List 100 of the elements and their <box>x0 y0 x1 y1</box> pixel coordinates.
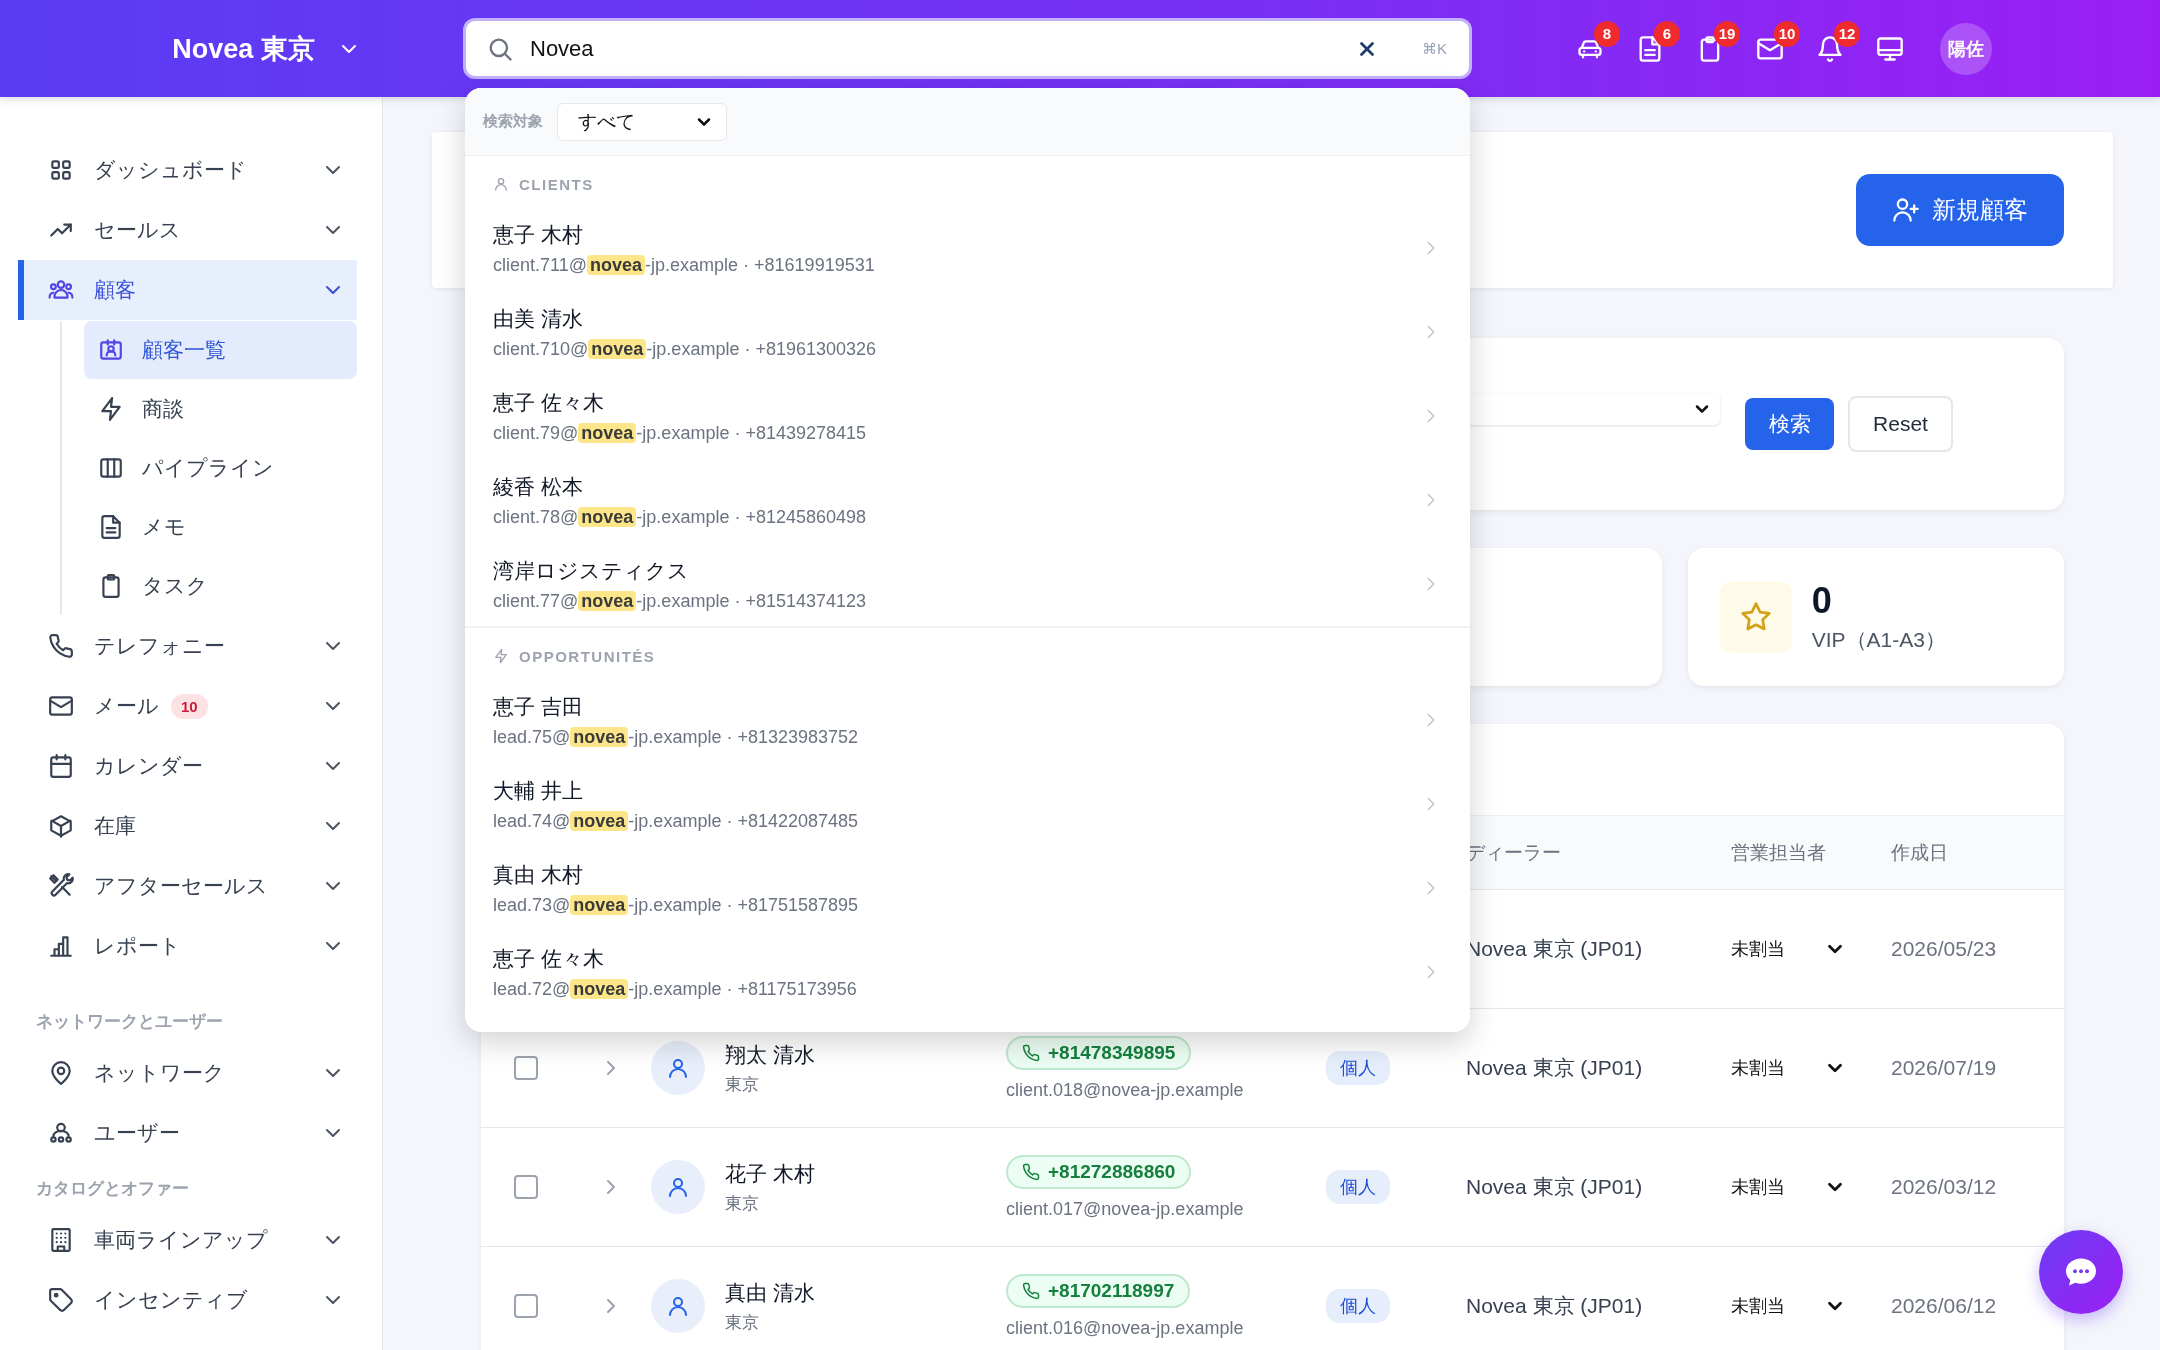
result-details: client.77@ novea -jp.example · +81514374123 <box>493 590 868 612</box>
group-title: OPPORTUNITÉS <box>519 647 656 665</box>
result-details: client.78@ novea -jp.example · +81245860498 <box>493 506 868 528</box>
columns-icon <box>98 455 124 481</box>
map-pin-icon <box>48 1060 74 1086</box>
scope-select[interactable]: すべて <box>557 102 727 141</box>
date-cell-text: 2026/06/12 <box>1891 1294 1998 1318</box>
assignee-select[interactable]: 未割当 <box>1731 1056 1846 1080</box>
date-cell-text: 2026/03/12 <box>1891 1175 1998 1199</box>
user-icon <box>666 1056 690 1080</box>
search-input[interactable]: Novea <box>528 34 1342 63</box>
row-checkbox[interactable] <box>514 1175 538 1199</box>
mail-icon <box>48 693 74 719</box>
client-name: 花子 木村 <box>725 1160 815 1187</box>
tools-icon <box>48 873 74 899</box>
sidebar-item[interactable]: テレフォニー <box>18 616 357 676</box>
sidebar-item[interactable]: 在庫 <box>18 796 357 856</box>
notification-badge: 6 <box>1654 20 1680 47</box>
sidebar-item[interactable]: メール 10 <box>18 676 357 736</box>
assignee-select[interactable]: 未割当 <box>1731 1175 1846 1199</box>
search-result[interactable]: 恵子 佐々木 lead.72@ novea -jp.example · +81175173956 <box>465 930 1470 1014</box>
notification-badge: 12 <box>1834 20 1860 47</box>
search-result[interactable]: 綾香 松本 client.78@ novea -jp.example · +81245860498 <box>465 458 1470 542</box>
search-bar[interactable]: Novea ⌘K <box>463 18 1472 79</box>
bar-chart-icon <box>48 933 74 959</box>
phone-link[interactable]: +81702118997 <box>1006 1273 1191 1308</box>
search-result[interactable]: 恵子 吉田 lead.75@ novea -jp.example · +81323983752 <box>465 678 1470 762</box>
sidebar-item[interactable]: インセンティブ <box>18 1270 357 1330</box>
result-name: 真由 木村 <box>493 861 584 888</box>
phone-link[interactable]: +81478349895 <box>1006 1035 1192 1070</box>
stat-value: 0 <box>1811 580 1833 622</box>
row-checkbox[interactable] <box>514 1056 538 1080</box>
result-name: 綾香 松本 <box>493 473 584 500</box>
result-name: 恵子 吉田 <box>493 693 584 720</box>
sidebar-item[interactable]: ユーザー <box>18 1103 357 1163</box>
lightning-icon <box>98 396 124 422</box>
notification-badge: 10 <box>1774 20 1800 47</box>
sidebar-item[interactable]: ダッシュボード <box>18 140 357 200</box>
date-cell-text: 2026/05/23 <box>1891 937 1998 961</box>
phone-link[interactable]: +81272886860 <box>1006 1154 1192 1189</box>
client-email: client.017@novea-jp.example <box>1006 1198 1244 1220</box>
result-details: lead.72@ novea -jp.example · +81175173956 <box>493 978 858 1000</box>
star-icon <box>1739 601 1772 633</box>
sidebar-item[interactable]: アフターセールス <box>18 856 357 916</box>
assignee-select[interactable]: 未割当 <box>1731 937 1846 961</box>
result-details: client.710@ novea -jp.example · +81961300326 <box>493 338 878 360</box>
sidebar-section-title: ネットワークとユーザー <box>35 1011 224 1033</box>
scope-label: 検索対象 <box>483 112 543 131</box>
cube-icon <box>48 813 74 839</box>
brand-name: Novea 東京 <box>172 32 315 66</box>
assignee-select[interactable]: 未割当 <box>1731 1294 1846 1318</box>
date-cell-text: 2026/07/19 <box>1891 1056 1998 1080</box>
row-checkbox[interactable] <box>514 1294 538 1318</box>
dealer-cell-text: Novea 東京 (JP01) <box>1465 1293 1644 1319</box>
sidebar-subitem[interactable]: メモ <box>84 498 357 556</box>
client-email: client.016@novea-jp.example <box>1006 1317 1244 1339</box>
result-name: 恵子 佐々木 <box>493 389 605 416</box>
sidebar-item[interactable]: ネットワーク <box>18 1043 357 1103</box>
search-result[interactable]: 真由 木村 lead.73@ novea -jp.example · +81751587895 <box>465 846 1470 930</box>
result-details: client.79@ novea -jp.example · +81439278415 <box>493 422 868 444</box>
search-result[interactable]: 湾岸ロジスティクス client.77@ novea -jp.example · +81514374123 <box>465 542 1470 626</box>
sidebar-subitem[interactable]: タスク <box>84 557 357 615</box>
sidebar-item[interactable]: セールス <box>18 200 357 260</box>
user-icon <box>666 1175 690 1199</box>
notification-badge: 19 <box>1714 20 1740 47</box>
sidebar-subitem[interactable]: 商談 <box>84 380 357 438</box>
chat-button[interactable] <box>2039 1230 2123 1314</box>
dealer-cell-text: Novea 東京 (JP01) <box>1465 1174 1644 1200</box>
search-result[interactable]: 恵子 木村 client.711@ novea -jp.example · +81619919531 <box>465 206 1470 290</box>
count-badge: 10 <box>171 693 208 719</box>
client-city: 東京 <box>725 1192 760 1215</box>
sidebar-item[interactable]: 車両ラインアップ <box>18 1210 357 1270</box>
result-details: lead.73@ novea -jp.example · +81751587895 <box>493 894 860 916</box>
sidebar-item[interactable]: 顧客 <box>18 260 357 320</box>
document-icon <box>98 514 124 540</box>
calendar-icon <box>48 753 74 779</box>
sidebar-subitem[interactable]: 顧客一覧 <box>84 321 357 379</box>
sidebar-subitem[interactable]: パイプライン <box>84 439 357 497</box>
client-city: 東京 <box>725 1073 760 1096</box>
group-title: CLIENTS <box>519 175 594 193</box>
user-avatar[interactable]: 陽佐 <box>1940 22 1992 75</box>
result-details: client.711@ novea -jp.example · +81619919531 <box>493 254 876 276</box>
search-result[interactable]: 大輔 井上 lead.74@ novea -jp.example · +81422087485 <box>465 762 1470 846</box>
user-icon <box>666 1294 690 1318</box>
search-result[interactable]: 恵子 佐々木 client.79@ novea -jp.example · +81439278415 <box>465 374 1470 458</box>
search-button[interactable]: 検索 <box>1745 398 1834 450</box>
phone-icon <box>1022 1281 1040 1300</box>
reset-button[interactable]: Reset <box>1848 396 1953 452</box>
phone-icon <box>1022 1043 1040 1062</box>
sidebar-item[interactable]: レポート <box>18 916 357 976</box>
result-name: 由美 清水 <box>493 305 584 332</box>
sidebar-item[interactable]: カレンダー <box>18 736 357 796</box>
search-result[interactable]: 由美 清水 client.710@ novea -jp.example · +81961300326 <box>465 290 1470 374</box>
new-client-button[interactable]: 新規顧客 <box>1856 174 2064 246</box>
user-icon <box>493 176 509 192</box>
monitor-icon[interactable] <box>1876 34 1904 63</box>
column-header: 作成日 <box>1891 840 1949 865</box>
client-city: 東京 <box>725 1311 760 1334</box>
type-tag: 個人 <box>1326 1051 1390 1085</box>
result-details: lead.74@ novea -jp.example · +81422087485 <box>493 810 860 832</box>
